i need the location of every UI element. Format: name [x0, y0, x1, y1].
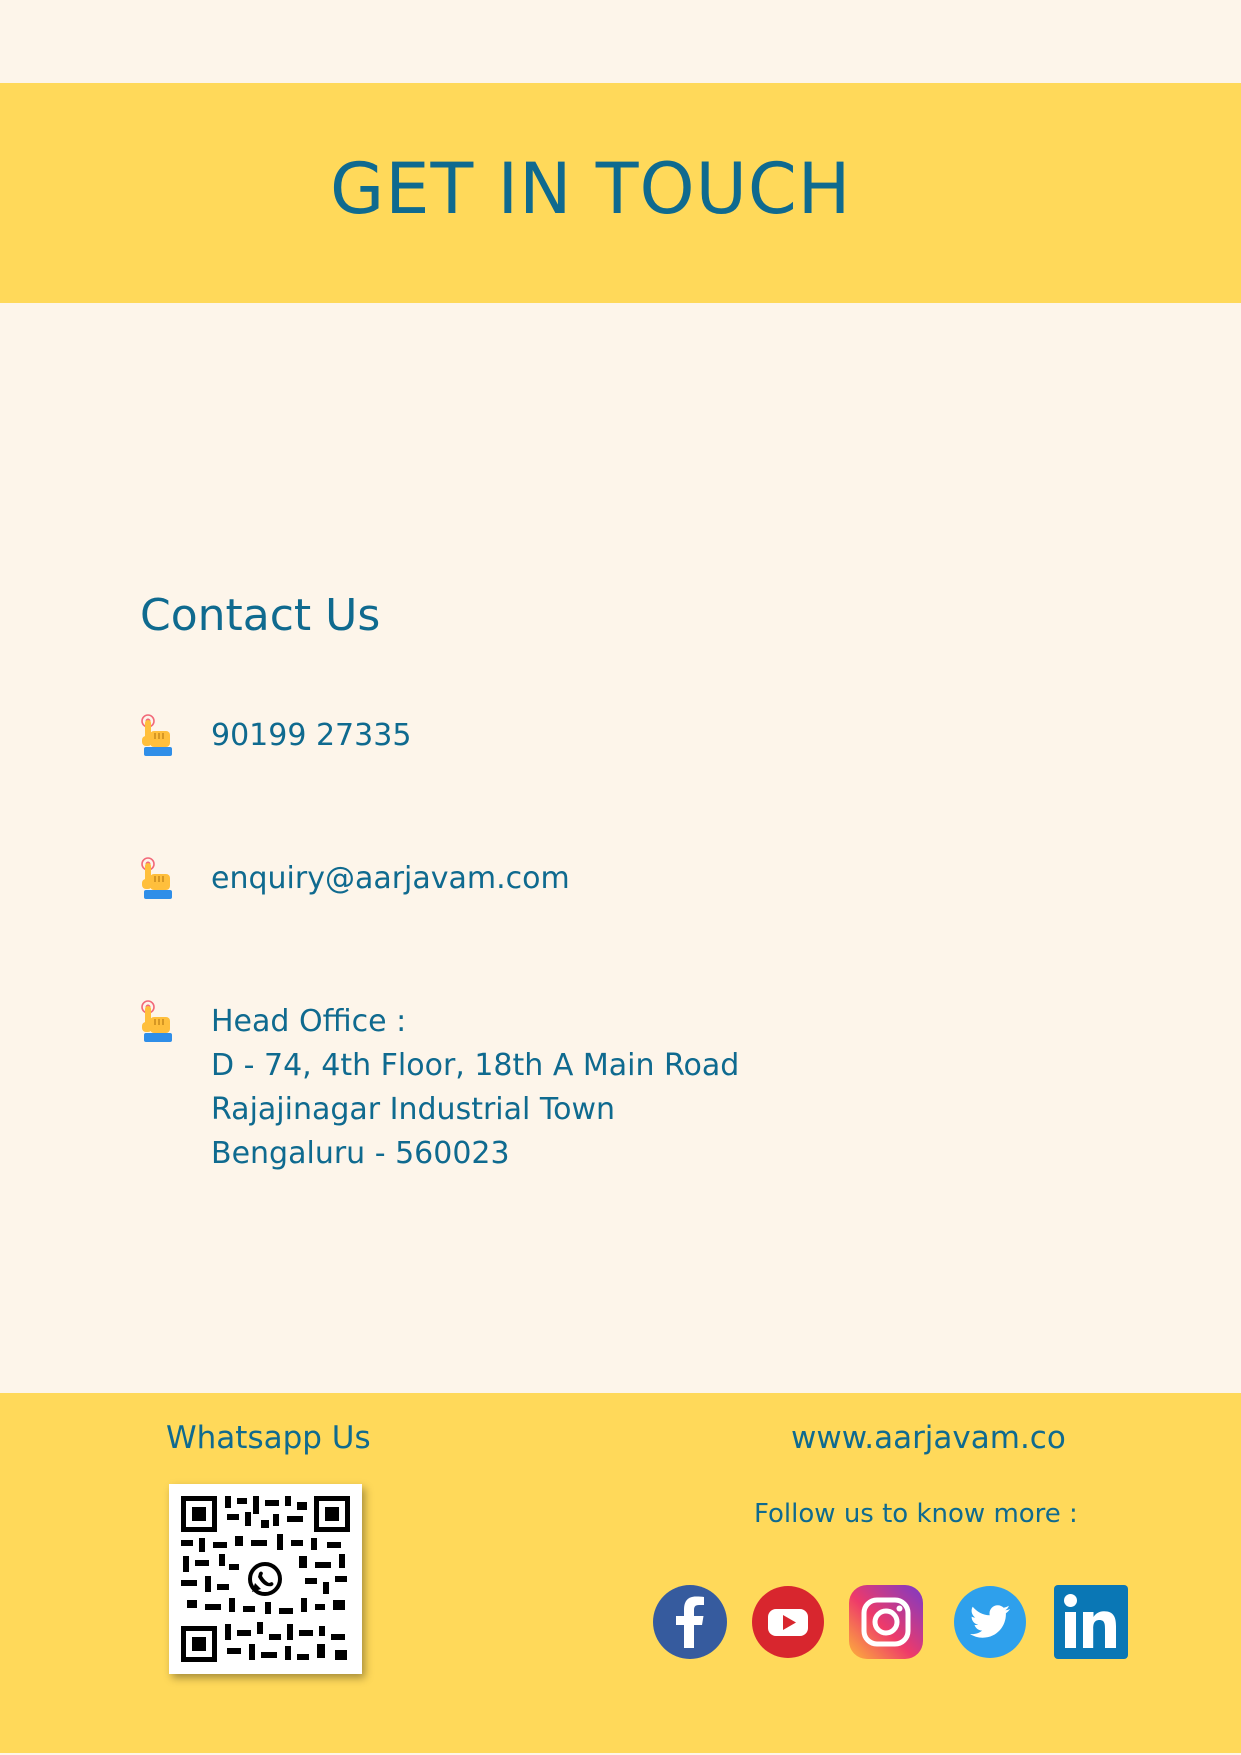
office-address-line3: Bengaluru - 560023 [211, 1136, 510, 1171]
website-link[interactable]: www.aarjavam.co [791, 1420, 1066, 1456]
page-title: GET IN TOUCH [330, 148, 852, 230]
email-link[interactable]: enquiry@aarjavam.com [211, 857, 570, 901]
twitter-icon[interactable] [952, 1584, 1028, 1660]
linkedin-icon[interactable] [1053, 1584, 1129, 1660]
office-address-line1: D - 74, 4th Floor, 18th A Main Road [211, 1048, 740, 1083]
office-label: Head Office : [211, 1004, 407, 1039]
facebook-icon[interactable] [652, 1584, 728, 1660]
qr-code-icon [181, 1496, 350, 1662]
contact-heading: Contact Us [140, 590, 381, 641]
pointing-hand-icon [138, 1000, 174, 1044]
youtube-icon[interactable] [750, 1584, 826, 1660]
pointing-hand-icon [138, 857, 174, 901]
whatsapp-label: Whatsapp Us [166, 1420, 371, 1456]
pointing-hand-icon [138, 714, 174, 758]
instagram-icon[interactable] [848, 1584, 924, 1660]
phone-number[interactable]: 90199 27335 [211, 714, 411, 758]
office-address-line2: Rajajinagar Industrial Town [211, 1092, 616, 1127]
whatsapp-qr-code[interactable] [169, 1484, 362, 1674]
follow-text: Follow us to know more : [754, 1499, 1078, 1529]
